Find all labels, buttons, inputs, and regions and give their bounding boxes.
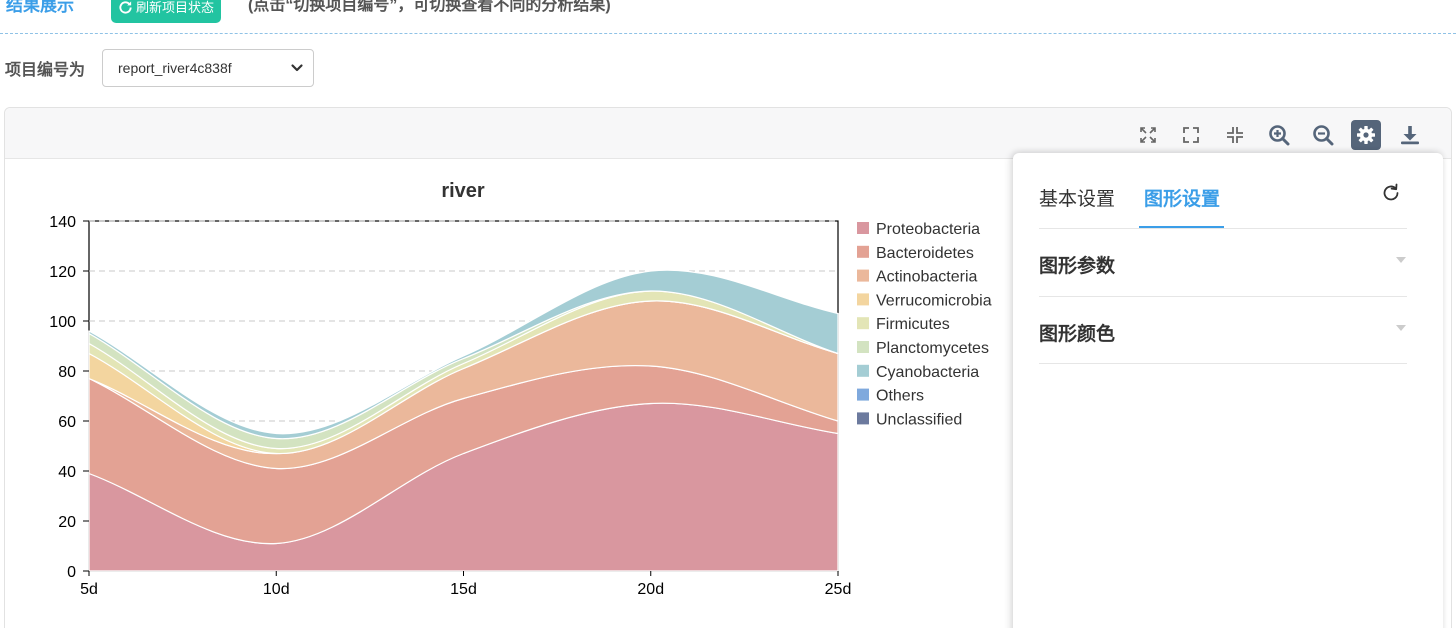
- refresh-status-label: 刷新项目状态: [136, 0, 215, 15]
- legend-label: Verrucomicrobia: [876, 292, 992, 309]
- y-tick-label: 20: [58, 514, 76, 531]
- chevron-down-icon[interactable]: [1396, 257, 1406, 263]
- legend-swatch: [857, 341, 869, 353]
- legend-label: Proteobacteria: [876, 221, 980, 238]
- divider: [1039, 296, 1407, 297]
- legend-label: Unclassified: [876, 411, 962, 428]
- section-graph-colors[interactable]: 图形颜色: [1039, 319, 1115, 346]
- download-icon[interactable]: [1395, 120, 1425, 150]
- x-tick-label: 20d: [637, 581, 664, 598]
- fullscreen-icon[interactable]: [1176, 120, 1206, 150]
- x-tick-label: 15d: [450, 581, 477, 598]
- legend-swatch: [857, 222, 869, 234]
- y-tick-label: 140: [49, 214, 76, 231]
- x-tick-label: 5d: [80, 581, 98, 598]
- section-title: 结果展示: [6, 0, 74, 15]
- page: 结果展示 刷新项目状态 (点击“切换项目编号”，可切换查看不同的分析结果) 项目…: [0, 0, 1456, 628]
- section-graph-params[interactable]: 图形参数: [1039, 251, 1115, 278]
- legend-label: Others: [876, 388, 924, 405]
- tab-graph-settings[interactable]: 图形设置: [1144, 184, 1220, 211]
- refresh-status-button[interactable]: 刷新项目状态: [111, 0, 222, 23]
- legend-swatch: [857, 269, 869, 282]
- reset-icon[interactable]: [1379, 181, 1403, 205]
- legend-label: Actinobacteria: [876, 269, 977, 286]
- legend-swatch: [857, 317, 869, 330]
- legend-swatch: [857, 293, 869, 306]
- legend-swatch: [857, 412, 869, 425]
- x-tick-label: 10d: [263, 581, 290, 598]
- y-tick-label: 100: [49, 314, 76, 331]
- chevron-down-icon[interactable]: [1396, 325, 1406, 331]
- legend-label: Cyanobacteria: [876, 364, 979, 381]
- settings-panel: 基本设置 图形设置 图形参数 图形颜色: [1013, 153, 1443, 628]
- legend-label: Firmicutes: [876, 316, 950, 333]
- legend-label: Planctomycetes: [876, 340, 989, 357]
- legend-swatch: [857, 245, 869, 258]
- chart-toolbar: [5, 108, 1451, 159]
- project-select-value: report_river4c838f: [118, 60, 232, 76]
- divider: [1039, 363, 1407, 364]
- switch-hint: (点击“切换项目编号”，可切换查看不同的分析结果): [248, 0, 611, 14]
- x-tick-label: 25d: [825, 581, 852, 598]
- legend-label: Bacteroidetes: [876, 245, 974, 262]
- title-row: 结果展示 刷新项目状态 (点击“切换项目编号”，可切换查看不同的分析结果): [0, 0, 1456, 34]
- zoom-out-icon[interactable]: [1308, 120, 1338, 150]
- y-tick-label: 0: [67, 564, 76, 581]
- compress-icon[interactable]: [1220, 120, 1250, 150]
- project-select[interactable]: report_river4c838f: [102, 49, 314, 87]
- legend-swatch: [857, 364, 869, 377]
- tab-basic-settings[interactable]: 基本设置: [1039, 184, 1115, 211]
- y-tick-label: 40: [58, 464, 76, 481]
- chart-title: river: [441, 180, 485, 202]
- expand-icon[interactable]: [1133, 120, 1163, 150]
- gear-icon[interactable]: [1351, 120, 1381, 150]
- divider: [1039, 228, 1407, 229]
- zoom-in-icon[interactable]: [1264, 120, 1294, 150]
- y-tick-label: 80: [58, 364, 76, 381]
- y-tick-label: 60: [58, 414, 76, 431]
- chevron-down-icon: [291, 64, 303, 72]
- project-label: 项目编号为: [5, 62, 86, 79]
- river-chart: river 0 20 40 60 80 100 120 140 5d 10d 15d 20d 25d P…: [49, 180, 992, 598]
- legend-swatch: [857, 388, 869, 401]
- refresh-icon: [119, 1, 132, 14]
- y-tick-label: 120: [49, 264, 76, 281]
